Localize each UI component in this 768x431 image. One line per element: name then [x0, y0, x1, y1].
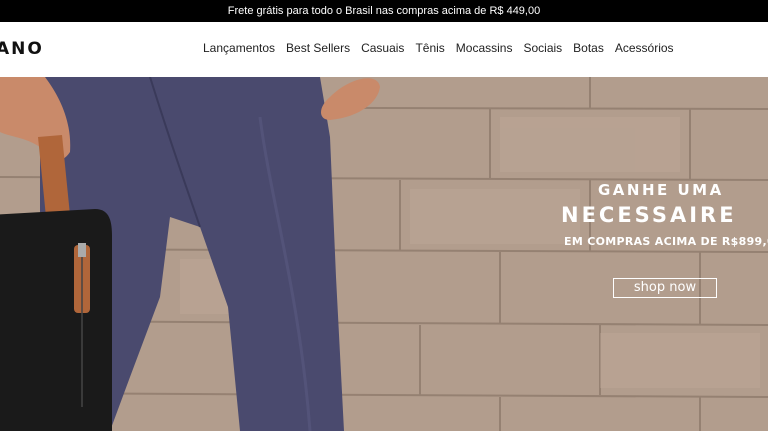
brand-logo[interactable]: ANO: [0, 39, 44, 59]
bag: [0, 209, 112, 431]
nav-item-tenis[interactable]: Tênis: [415, 41, 444, 55]
nav-item-botas[interactable]: Botas: [573, 41, 604, 55]
site-header: ANO Lançamentos Best Sellers Casuais Tên…: [0, 22, 768, 77]
main-nav: Lançamentos Best Sellers Casuais Tênis M…: [203, 41, 674, 55]
promo-heading: GANHE UMA: [598, 181, 724, 199]
hero-banner[interactable]: GANHE UMA NECESSAIRE EM COMPRAS ACIMA DE…: [0, 77, 768, 431]
hero-image: [0, 77, 768, 431]
announcement-bar: Frete grátis para todo o Brasil nas comp…: [0, 0, 768, 22]
promo-subtitle: EM COMPRAS ACIMA DE R$899,00: [564, 235, 768, 248]
nav-item-sociais[interactable]: Sociais: [523, 41, 562, 55]
promo-title: NECESSAIRE: [561, 203, 737, 227]
nav-item-casuais[interactable]: Casuais: [361, 41, 404, 55]
nav-item-mocassins[interactable]: Mocassins: [456, 41, 513, 55]
nav-item-best-sellers[interactable]: Best Sellers: [286, 41, 350, 55]
nav-item-lancamentos[interactable]: Lançamentos: [203, 41, 275, 55]
announcement-text: Frete grátis para todo o Brasil nas comp…: [227, 5, 541, 17]
nav-item-acessorios[interactable]: Acessórios: [615, 41, 674, 55]
shop-now-button[interactable]: shop now: [613, 278, 717, 298]
